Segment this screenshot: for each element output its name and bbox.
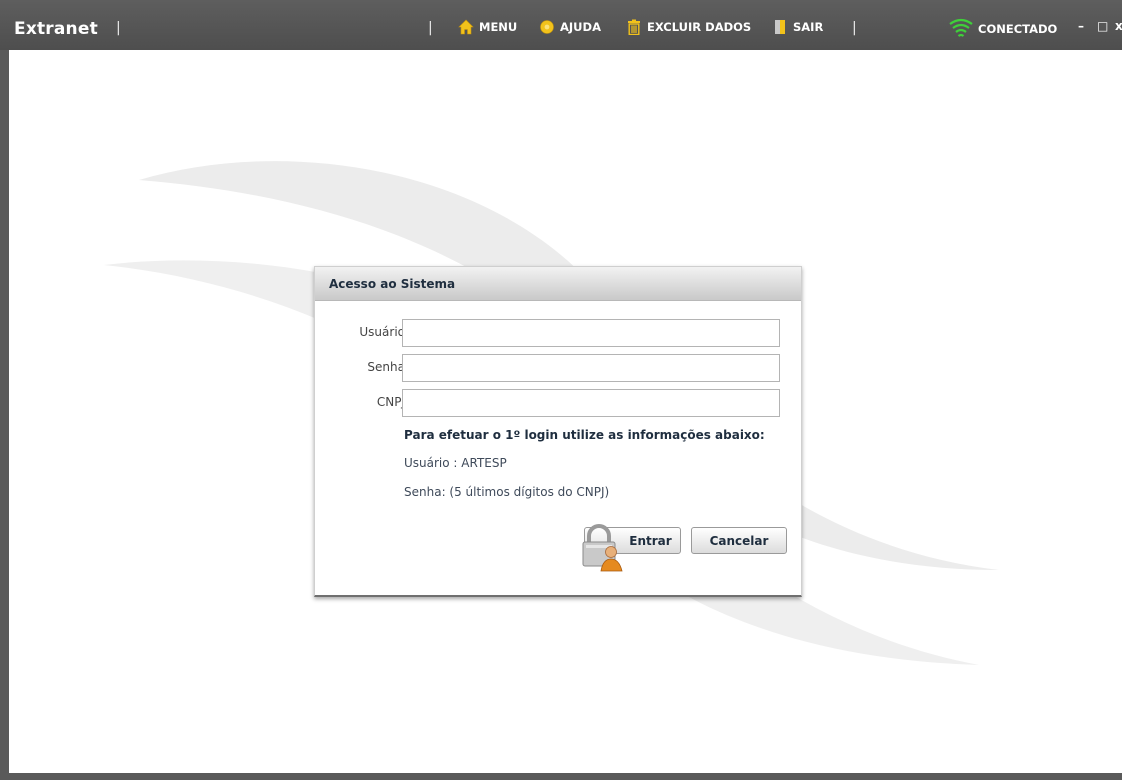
menu-label: MENU bbox=[479, 20, 518, 34]
minimize-button[interactable]: – bbox=[1078, 19, 1084, 33]
delete-data-label: EXCLUIR DADOS bbox=[647, 20, 752, 34]
username-input[interactable] bbox=[402, 319, 780, 347]
app-window: Extranet | | MENU AJUDA EXCLUIR DADOS SA… bbox=[0, 0, 1122, 780]
help-button[interactable]: AJUDA bbox=[539, 19, 601, 35]
wifi-signal-icon bbox=[949, 18, 973, 37]
help-icon bbox=[540, 20, 554, 34]
exit-door-icon bbox=[775, 20, 785, 34]
trash-icon bbox=[628, 19, 640, 35]
connection-status: CONECTADO bbox=[948, 18, 1057, 40]
password-label: Senha bbox=[367, 360, 405, 374]
delete-data-button[interactable]: EXCLUIR DADOS bbox=[626, 19, 751, 35]
username-label: Usuário bbox=[359, 325, 405, 339]
window-bottom-border bbox=[0, 773, 1122, 780]
lock-user-icon bbox=[582, 524, 623, 572]
cnpj-row: CNPJ bbox=[315, 389, 801, 417]
content-area: Acesso ao Sistema Usuário Senha CNPJ Par… bbox=[9, 50, 1122, 773]
menu-separator-left: | bbox=[428, 20, 433, 36]
connection-label: CONECTADO bbox=[978, 22, 1058, 36]
home-icon bbox=[458, 19, 474, 35]
top-bar: Extranet | | MENU AJUDA EXCLUIR DADOS SA… bbox=[0, 0, 1122, 50]
login-dialog: Acesso ao Sistema Usuário Senha CNPJ Par… bbox=[314, 266, 802, 597]
cnpj-input[interactable] bbox=[402, 389, 780, 417]
close-button[interactable]: x bbox=[1115, 19, 1122, 33]
password-input[interactable] bbox=[402, 354, 780, 382]
dialog-title: Acesso ao Sistema bbox=[315, 267, 801, 301]
menu-button[interactable]: MENU bbox=[458, 19, 517, 35]
password-row: Senha bbox=[315, 354, 801, 382]
cnpj-label: CNPJ bbox=[376, 395, 405, 409]
maximize-button[interactable]: □ bbox=[1097, 19, 1108, 33]
default-user-info: Usuário : ARTESP bbox=[404, 456, 507, 470]
title-separator: | bbox=[116, 20, 121, 36]
app-title: Extranet bbox=[14, 19, 98, 39]
username-row: Usuário bbox=[315, 319, 801, 347]
menu-separator-right: | bbox=[852, 20, 857, 36]
exit-label: SAIR bbox=[793, 20, 824, 34]
help-label: AJUDA bbox=[560, 20, 601, 34]
default-password-info: Senha: (5 últimos dígitos do CNPJ) bbox=[404, 485, 610, 499]
cancel-button[interactable]: Cancelar bbox=[691, 527, 787, 554]
exit-button[interactable]: SAIR bbox=[772, 19, 823, 35]
first-login-heading: Para efetuar o 1º login utilize as infor… bbox=[404, 428, 765, 442]
